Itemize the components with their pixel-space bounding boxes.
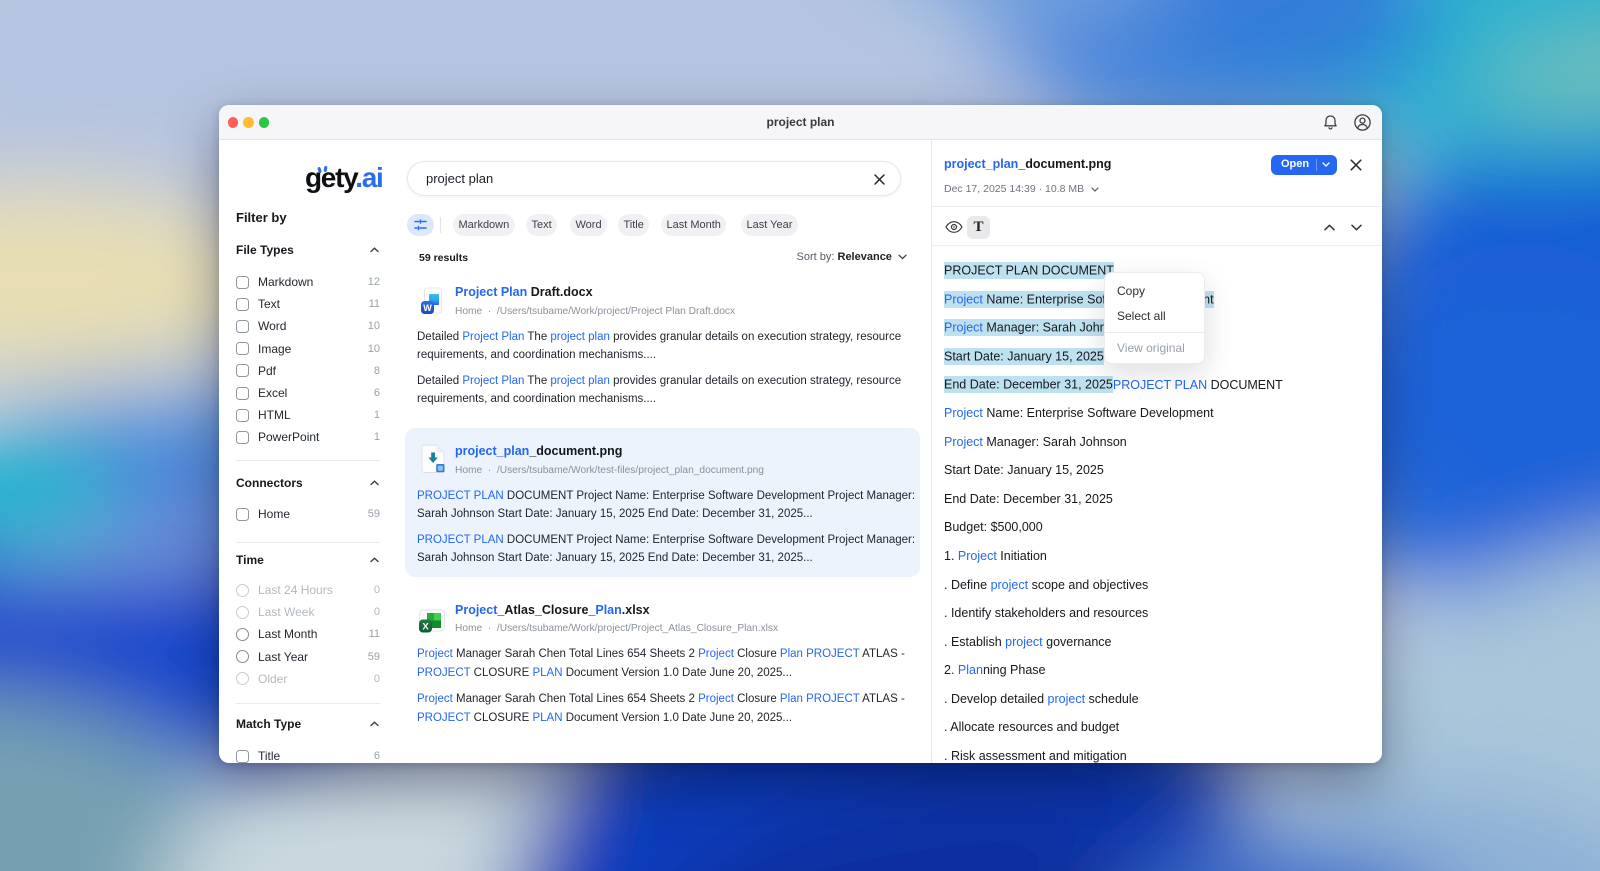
- svg-text:W: W: [423, 303, 432, 313]
- svg-text:X: X: [422, 622, 429, 633]
